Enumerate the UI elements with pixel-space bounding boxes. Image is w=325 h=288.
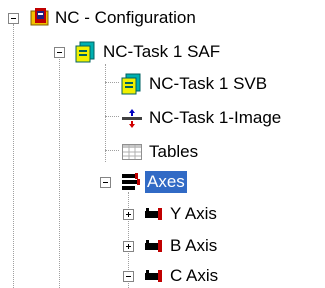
tree-item-label: C Axis <box>170 266 219 285</box>
tree-item-label: NC-Task 1 SVB <box>149 74 268 93</box>
collapse-toggle[interactable] <box>100 177 111 188</box>
nc-config-icon <box>28 7 50 29</box>
axes-icon <box>119 171 141 193</box>
tree-item-label: Y Axis <box>170 204 217 223</box>
table-icon <box>121 141 143 163</box>
tree-item-label: NC - Configuration <box>55 8 196 27</box>
tree-item-label: Tables <box>149 142 199 161</box>
tree-item-label: Axes <box>145 171 187 193</box>
expand-toggle[interactable] <box>123 209 134 220</box>
collapse-toggle[interactable] <box>54 47 65 58</box>
tree-item-tables[interactable]: Tables <box>0 140 230 164</box>
tree-item-label: NC-Task 1-Image <box>149 108 282 127</box>
collapse-toggle[interactable] <box>8 13 19 24</box>
expand-toggle[interactable] <box>123 241 134 252</box>
tree-item-label: B Axis <box>170 236 218 255</box>
axis-icon <box>142 203 164 225</box>
task-icon <box>121 73 143 95</box>
collapse-toggle[interactable] <box>123 271 134 282</box>
tree-item-nc-task-saf[interactable]: NC-Task 1 SAF <box>0 40 260 64</box>
task-icon <box>75 41 97 63</box>
tree-item-b-axis[interactable]: B Axis <box>0 234 250 258</box>
image-icon <box>121 107 143 129</box>
tree-item-label: NC-Task 1 SAF <box>103 42 221 61</box>
tree-item-c-axis[interactable]: C Axis <box>0 264 250 288</box>
tree-item-axes[interactable]: Axes <box>0 170 230 194</box>
axis-icon <box>142 265 164 287</box>
tree-item-nc-configuration[interactable]: NC - Configuration <box>0 6 240 30</box>
tree-item-nc-task-image[interactable]: NC-Task 1-Image <box>0 106 325 130</box>
nc-configuration-tree: NC - Configuration NC-Task 1 SAF NC-Task… <box>0 0 325 288</box>
tree-item-nc-task-svb[interactable]: NC-Task 1 SVB <box>0 72 280 96</box>
tree-item-y-axis[interactable]: Y Axis <box>0 202 250 226</box>
axis-icon <box>142 235 164 257</box>
